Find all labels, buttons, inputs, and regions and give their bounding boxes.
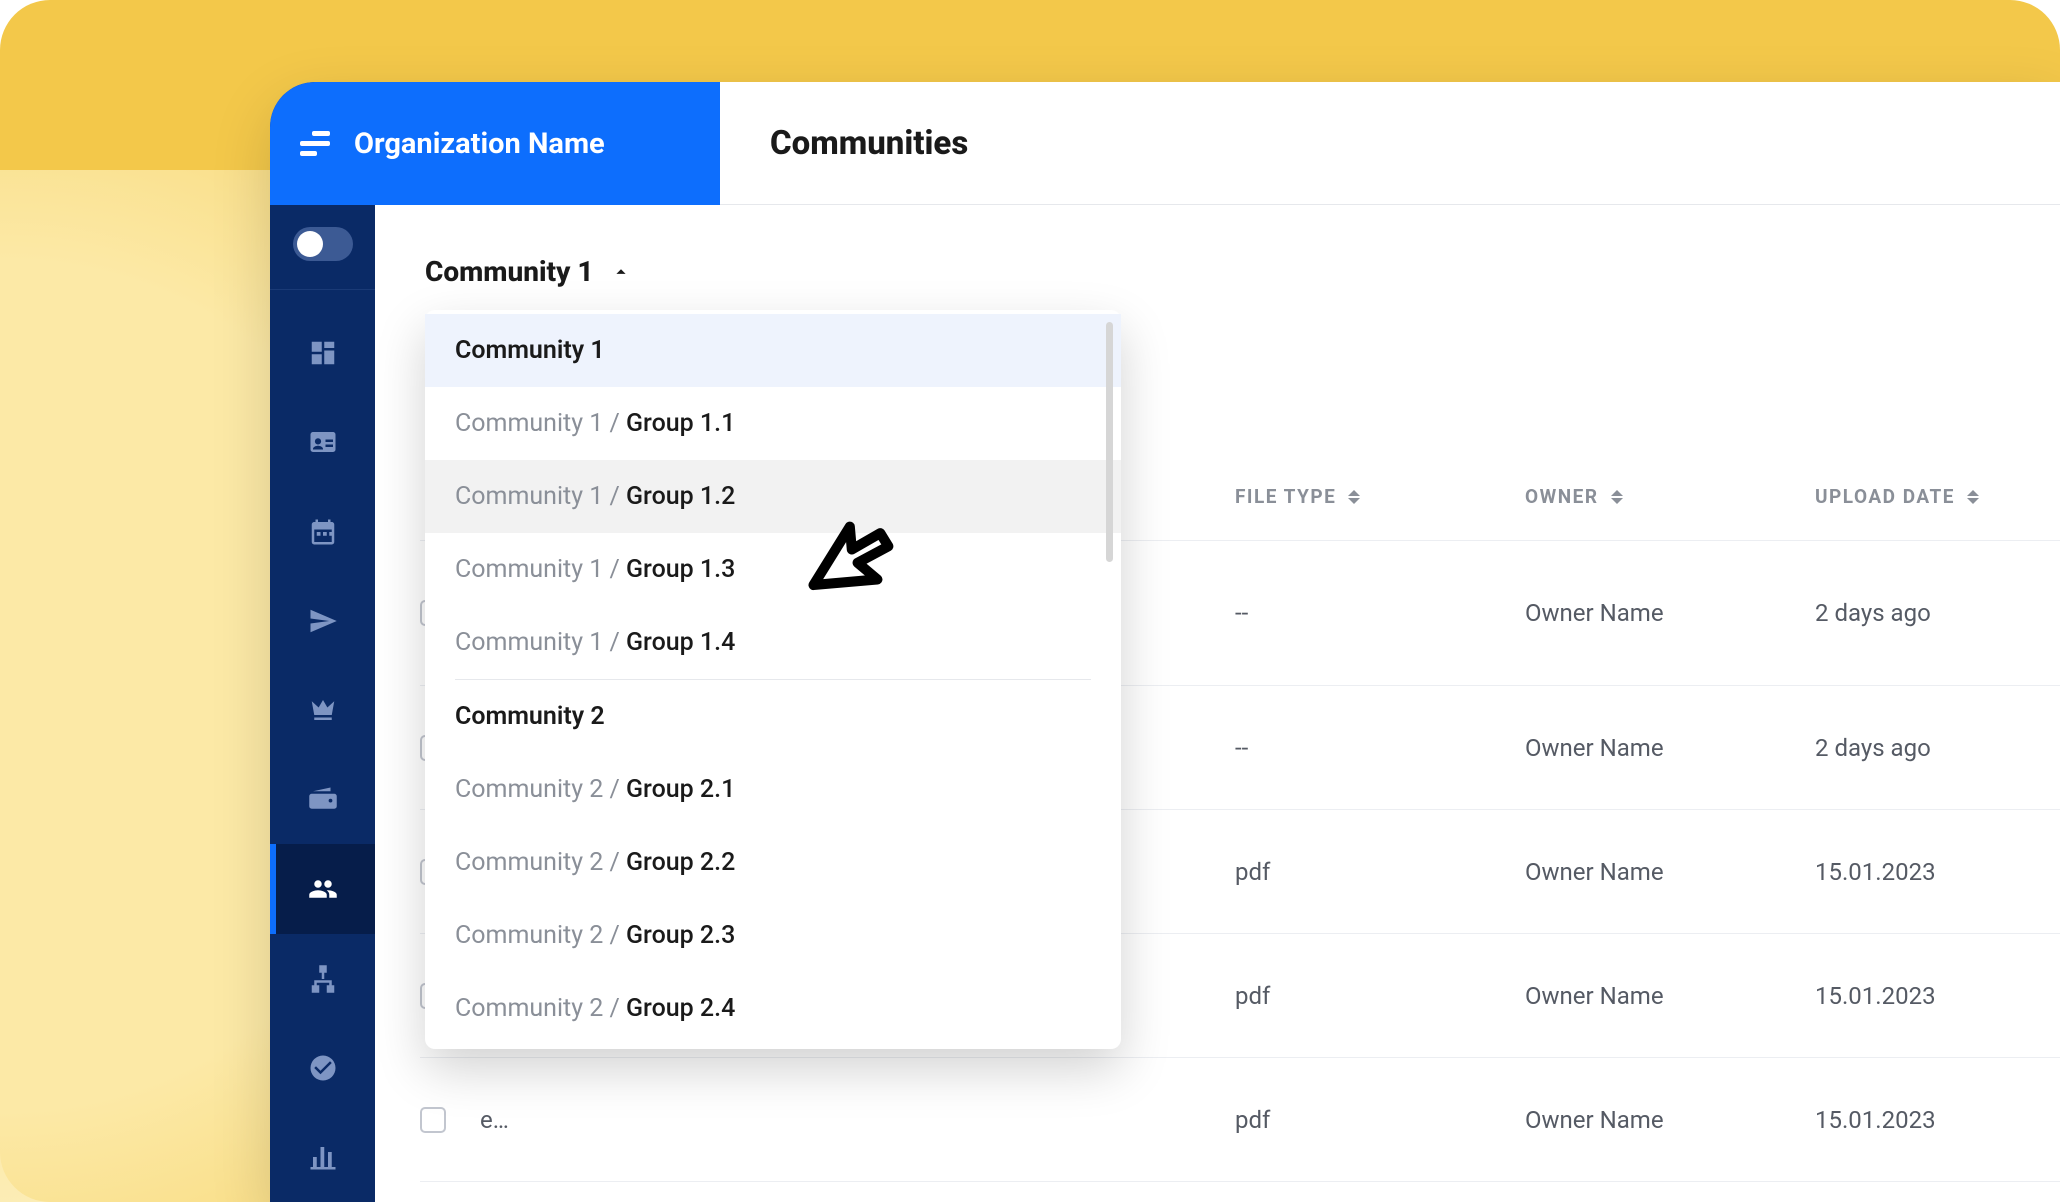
dropdown-option[interactable]: Community 2 / Group 2.2 [425,826,1121,899]
dropdown-option-group: Group 2.2 [626,848,735,877]
main-content: Community 1 Community 1Community 1 / Gro… [375,82,2060,1202]
dropdown-option-prefix: Community 2 / [455,848,626,877]
dropdown-option[interactable]: Community 1 / Group 1.2 [425,460,1121,533]
org-tree-icon [308,964,338,994]
dropdown-option[interactable]: Community 2 / Group 2.3 [425,899,1121,972]
sort-icon [1348,490,1360,504]
header-title-area: Communities [720,82,2060,205]
page-title: Communities [770,124,968,163]
dropdown-scrollbar[interactable] [1106,322,1113,562]
dropdown-option-prefix: Community 1 / [455,628,626,657]
sidebar-item-dashboard[interactable] [270,308,375,397]
crown-icon [308,695,338,725]
row-file-type: pdf [1235,858,1525,886]
dropdown-option-group: Group 1.2 [626,482,735,511]
dropdown-option[interactable]: Community 1 [425,314,1121,387]
dropdown-option-prefix: Community 1 / [455,555,626,584]
row-upload-date: 2 days ago [1815,734,2060,762]
send-icon [308,606,338,636]
sidebar [270,82,375,1202]
row-upload-date: 15.01.2023 [1815,858,2060,886]
dropdown-option[interactable]: Community 2 / Group 2.1 [425,753,1121,826]
table-row[interactable]: pdfOwner Name15.01.2023 [420,1182,2060,1202]
community-dropdown-panel: Community 1Community 1 / Group 1.1Commun… [425,310,1121,1049]
dropdown-option-group: Group 2.1 [626,775,735,804]
row-file-type: pdf [1235,1106,1525,1134]
id-card-icon [308,427,338,457]
row-checkbox[interactable] [420,1107,446,1133]
app-window: Organization Name Communities [270,82,2060,1202]
sidebar-item-calendar[interactable] [270,487,375,576]
org-name: Organization Name [354,127,605,161]
sidebar-item-contacts[interactable] [270,397,375,486]
row-file-type: -- [1235,599,1525,627]
people-icon [308,874,338,904]
sort-icon [1967,490,1979,504]
sort-icon [1611,490,1623,504]
row-owner: Owner Name [1525,982,1815,1010]
column-header-owner[interactable]: OWNER [1525,485,1815,508]
calendar-icon [308,517,338,547]
community-dropdown-trigger[interactable]: Community 1 [425,255,2060,288]
dashboard-icon [308,338,338,368]
sidebar-item-org[interactable] [270,934,375,1023]
row-owner: Owner Name [1525,858,1815,886]
dropdown-option-group: Group 2.4 [626,994,735,1023]
column-header-upload-date[interactable]: UPLOAD DATE [1815,485,2060,508]
check-circle-icon [308,1053,338,1083]
row-owner: Owner Name [1525,599,1815,627]
dropdown-selected-label: Community 1 [425,255,594,288]
sidebar-divider [270,289,375,290]
dropdown-option[interactable]: Community 2 / Group 2.4 [425,972,1121,1045]
row-name: e… [480,1106,1235,1134]
row-upload-date: 2 days ago [1815,599,2060,627]
sidebar-item-send[interactable] [270,576,375,665]
logo-icon [300,129,330,159]
sidebar-item-premium[interactable] [270,666,375,755]
header-brand: Organization Name [270,82,720,205]
dropdown-option-prefix: Community 2 / [455,994,626,1023]
row-owner: Owner Name [1525,734,1815,762]
wallet-icon [308,785,338,815]
dropdown-option-group: Group 1.4 [626,628,735,657]
sidebar-item-analytics[interactable] [270,1113,375,1202]
header-bar: Organization Name Communities [270,82,2060,205]
dropdown-option-prefix: Community 2 / [455,775,626,804]
sidebar-item-approvals[interactable] [270,1023,375,1112]
sidebar-item-communities[interactable] [270,844,375,933]
toggle-knob [297,231,323,257]
dropdown-option[interactable]: Community 1 / Group 1.1 [425,387,1121,460]
row-owner: Owner Name [1525,1106,1815,1134]
column-header-file-type[interactable]: FILE TYPE [1235,485,1525,508]
dropdown-option-prefix: Community 2 / [455,921,626,950]
dropdown-option-group: Group 1.1 [626,409,735,438]
dropdown-option-group: Group 1.3 [626,555,735,584]
sidebar-toggle[interactable] [293,227,353,261]
row-upload-date: 15.01.2023 [1815,982,2060,1010]
dropdown-option[interactable]: Community 2 [425,680,1121,753]
row-upload-date: 15.01.2023 [1815,1106,2060,1134]
chevron-up-icon [610,261,632,283]
table-row[interactable]: e…pdfOwner Name15.01.2023 [420,1058,2060,1182]
chart-icon [308,1142,338,1172]
dropdown-option-group: Group 2.3 [626,921,735,950]
sidebar-item-wallet[interactable] [270,755,375,844]
row-file-type: pdf [1235,982,1525,1010]
dropdown-option-prefix: Community 1 / [455,409,626,438]
dropdown-option[interactable]: Community 1 / Group 1.4 [425,606,1121,679]
dropdown-option[interactable]: Community 1 / Group 1.3 [425,533,1121,606]
pointer-cursor-icon [793,503,916,623]
row-file-type: -- [1235,734,1525,762]
dropdown-option-prefix: Community 1 / [455,482,626,511]
